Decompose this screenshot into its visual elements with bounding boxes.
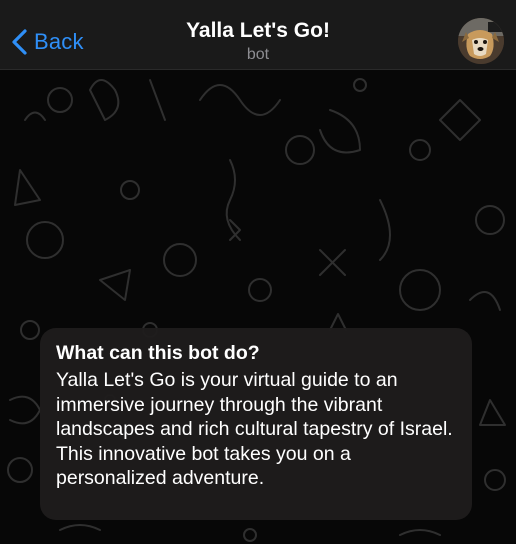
dog-avatar-icon [458, 18, 504, 64]
bot-avatar[interactable] [458, 18, 504, 64]
back-button[interactable]: Back [10, 22, 84, 62]
back-label: Back [34, 29, 84, 54]
intro-heading: What can this bot do? [56, 342, 260, 364]
bot-intro-card: What can this bot do? Yalla Let's Go is … [40, 328, 472, 520]
intro-description: Yalla Let's Go is your virtual guide to … [56, 369, 453, 490]
chat-title-area[interactable]: Yalla Let's Go! bot [130, 18, 386, 65]
chevron-left-icon [12, 29, 27, 55]
chat-header: Back Yalla Let's Go! bot [0, 0, 516, 70]
chat-subtitle: bot [246, 46, 270, 63]
chat-title: Yalla Let's Go! [186, 19, 330, 42]
